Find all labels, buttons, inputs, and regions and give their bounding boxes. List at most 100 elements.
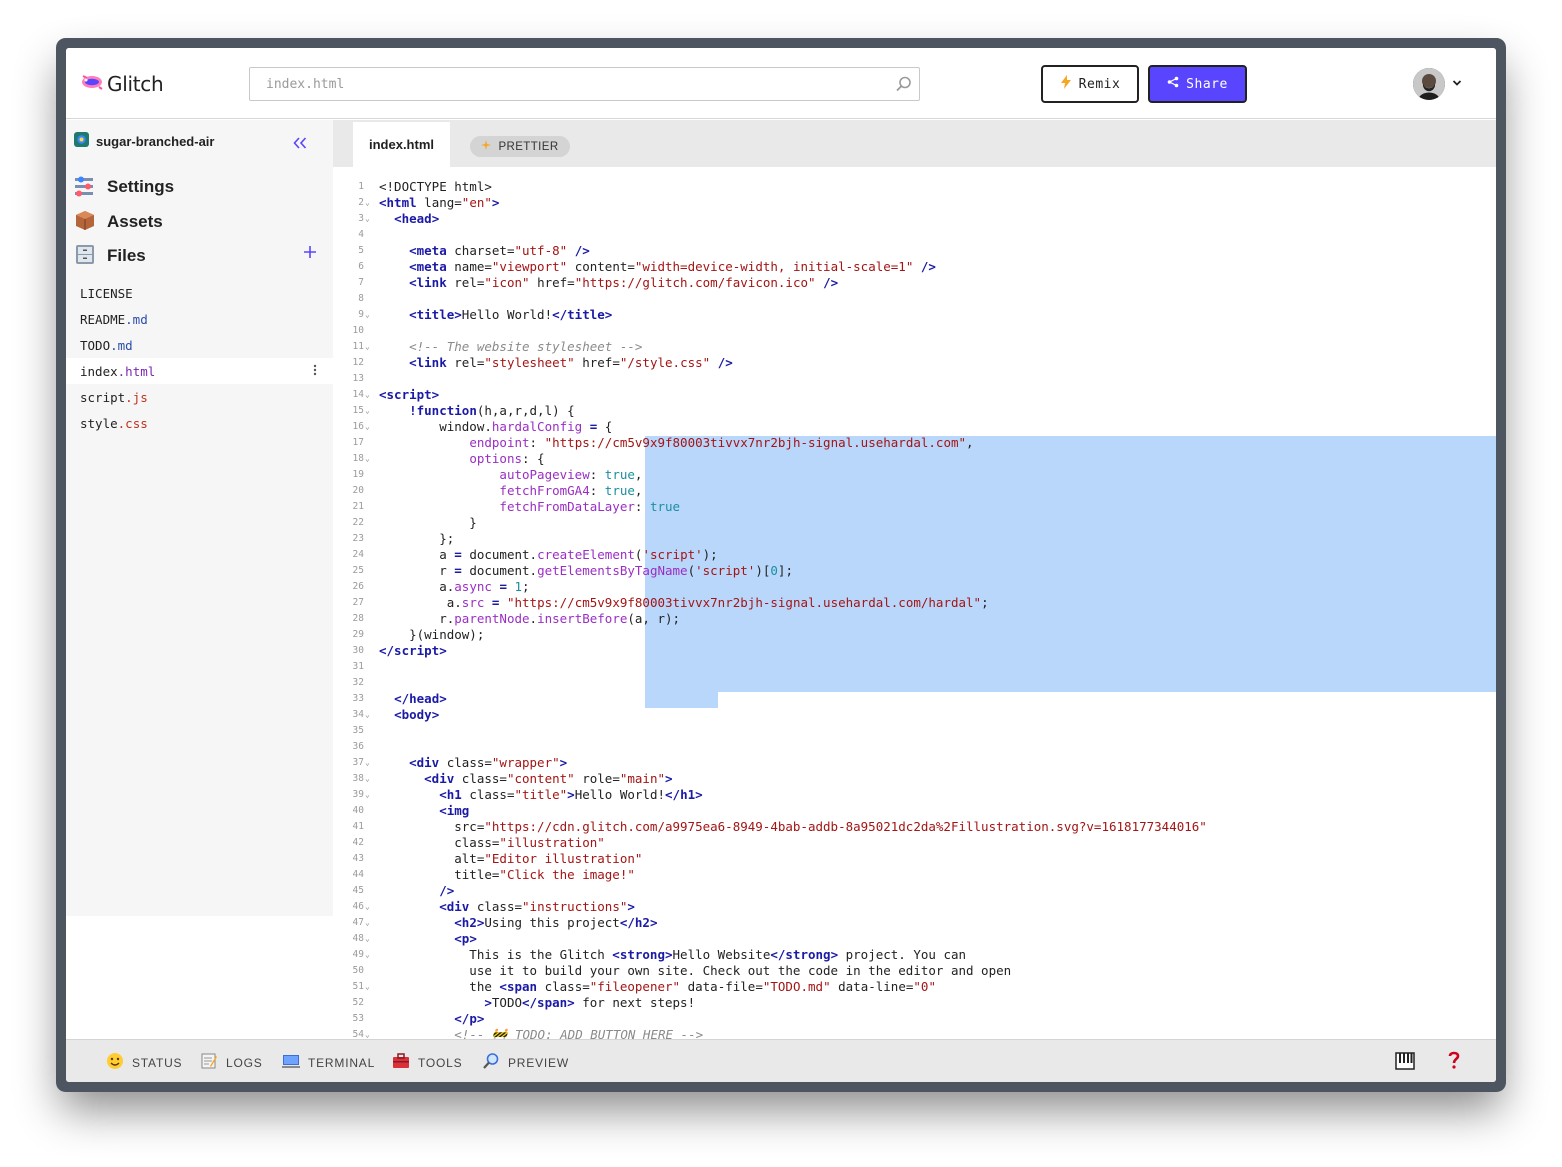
code-line: 40 <img: [333, 803, 1496, 819]
sidebar-item-files[interactable]: Files: [72, 242, 146, 270]
tools-button[interactable]: TOOLS: [392, 1052, 462, 1073]
project-switcher[interactable]: sugar-branched-air: [74, 132, 214, 151]
line-number: 43: [352, 853, 364, 864]
code-line: 1 <!DOCTYPE html>: [333, 179, 1496, 195]
line-number: 51: [352, 981, 364, 992]
line-number: 28: [352, 613, 364, 624]
file-item-script[interactable]: script .js: [66, 384, 333, 410]
code-line: 45 />: [333, 883, 1496, 899]
fold-icon[interactable]: ⌄: [365, 771, 370, 787]
file-item-index[interactable]: index .html: [66, 358, 333, 384]
fold-icon[interactable]: ⌄: [365, 403, 370, 419]
fold-icon[interactable]: ⌄: [365, 947, 370, 963]
code-text: the <span class="fileopener" data-file="…: [379, 979, 936, 994]
code-text: <div class="content" role="main">: [424, 771, 673, 786]
share-icon: [1167, 76, 1179, 92]
fold-icon[interactable]: ⌄: [365, 1027, 370, 1039]
code-text: <div class="wrapper">: [409, 755, 568, 770]
code-line: 14 ⌄ <script>: [333, 387, 1496, 403]
fold-icon[interactable]: ⌄: [365, 915, 370, 931]
collapse-icon[interactable]: [293, 134, 307, 153]
code-line: 50 use it to build your own site. Check …: [333, 963, 1496, 979]
code-text: <script>: [379, 387, 440, 402]
code-line: 7 <link rel="icon" href="https://glitch.…: [333, 275, 1496, 291]
fold-icon[interactable]: ⌄: [365, 787, 370, 803]
add-icon[interactable]: [303, 244, 317, 263]
code-text: <meta charset="utf-8" />: [409, 243, 590, 258]
line-number: 2: [358, 197, 364, 208]
fold-icon[interactable]: ⌄: [365, 979, 370, 995]
code-line: 15 ⌄ !function(h,a,r,d,l) {: [333, 403, 1496, 419]
remix-button[interactable]: Remix: [1041, 65, 1139, 103]
fold-icon[interactable]: ⌄: [365, 307, 370, 323]
line-number: 45: [352, 885, 364, 896]
code-line: 30 </script>: [333, 643, 1496, 659]
terminal-button[interactable]: TERMINAL: [282, 1052, 375, 1073]
file-name: TODO: [80, 337, 111, 353]
code-line: 11 ⌄ <!-- The website stylesheet -->: [333, 339, 1496, 355]
line-number: 47: [352, 917, 364, 928]
status-icon: [106, 1052, 124, 1073]
code-line: 42 class="illustration": [333, 835, 1496, 851]
code-line: 38 ⌄ <div class="content" role="main">: [333, 771, 1496, 787]
code-text: src="https://cdn.glitch.com/a9975ea6-894…: [379, 819, 1207, 834]
file-name: README: [80, 311, 126, 327]
file-item-license[interactable]: LICENSE: [66, 280, 333, 306]
fold-icon[interactable]: ⌄: [365, 899, 370, 915]
line-number: 7: [358, 277, 364, 288]
code-line: 53 </p>: [333, 1011, 1496, 1027]
help-icon[interactable]: [1447, 1050, 1461, 1074]
code-text: <div class="instructions">: [439, 899, 635, 914]
kebab-icon[interactable]: [313, 363, 317, 380]
file-name: index: [80, 363, 118, 379]
keyboard-icon[interactable]: [1395, 1052, 1415, 1074]
avatar[interactable]: [1413, 68, 1445, 100]
fold-icon[interactable]: ⌄: [365, 931, 370, 947]
code-line: 36: [333, 739, 1496, 755]
line-number: 50: [352, 965, 364, 976]
code-text: <link rel="icon" href="https://glitch.co…: [409, 275, 839, 290]
code-text: alt="Editor illustration": [379, 851, 643, 866]
sidebar-item-settings[interactable]: Settings: [72, 173, 174, 201]
fold-icon[interactable]: ⌄: [365, 755, 370, 771]
line-number: 20: [352, 485, 364, 496]
line-number: 12: [352, 357, 364, 368]
fold-icon[interactable]: ⌄: [365, 419, 370, 435]
search-input[interactable]: [250, 68, 870, 100]
line-number: 32: [352, 677, 364, 688]
file-item-style[interactable]: style .css: [66, 410, 333, 436]
glitch-logo[interactable]: Glitch: [80, 71, 164, 97]
code-text: <head>: [394, 211, 440, 226]
line-number: 30: [352, 645, 364, 656]
code-editor[interactable]: 1 <!DOCTYPE html> 2 ⌄ <html lang="en"> 3 ⌄ <…: [333, 167, 1496, 1039]
code-line: 33 </head>: [333, 691, 1496, 707]
fold-icon[interactable]: ⌄: [365, 451, 370, 467]
fold-icon[interactable]: ⌄: [365, 195, 370, 211]
status-button[interactable]: STATUS: [106, 1052, 182, 1073]
prettier-button[interactable]: PRETTIER: [470, 136, 570, 157]
code-text: endpoint: "https://cm5v9x9f80003tivvx7nr…: [469, 435, 974, 450]
logs-button[interactable]: LOGS: [200, 1052, 263, 1073]
fold-icon[interactable]: ⌄: [365, 211, 370, 227]
file-item-readme[interactable]: README .md: [66, 306, 333, 332]
code-line: 13: [333, 371, 1496, 387]
fold-icon[interactable]: ⌄: [365, 707, 370, 723]
line-number: 42: [352, 837, 364, 848]
fold-icon[interactable]: ⌄: [365, 387, 370, 403]
file-item-todo[interactable]: TODO .md: [66, 332, 333, 358]
code-text: <!-- 🚧 TODO: ADD BUTTON HERE -->: [454, 1027, 704, 1039]
fold-icon[interactable]: ⌄: [365, 339, 370, 355]
search-box: [249, 67, 920, 101]
search-icon[interactable]: [895, 75, 913, 97]
code-line: 10: [333, 323, 1496, 339]
line-number: 48: [352, 933, 364, 944]
sidebar-item-assets[interactable]: Assets: [72, 208, 163, 236]
chevron-down-icon[interactable]: [1452, 75, 1462, 95]
share-label: Share: [1186, 76, 1228, 92]
file-extension: .md: [125, 311, 148, 327]
share-button[interactable]: Share: [1148, 65, 1247, 103]
tab-index-html[interactable]: index.html: [353, 122, 450, 167]
preview-button[interactable]: PREVIEW: [482, 1052, 569, 1073]
files-icon: [72, 242, 98, 270]
code-text: options: {: [469, 451, 545, 466]
